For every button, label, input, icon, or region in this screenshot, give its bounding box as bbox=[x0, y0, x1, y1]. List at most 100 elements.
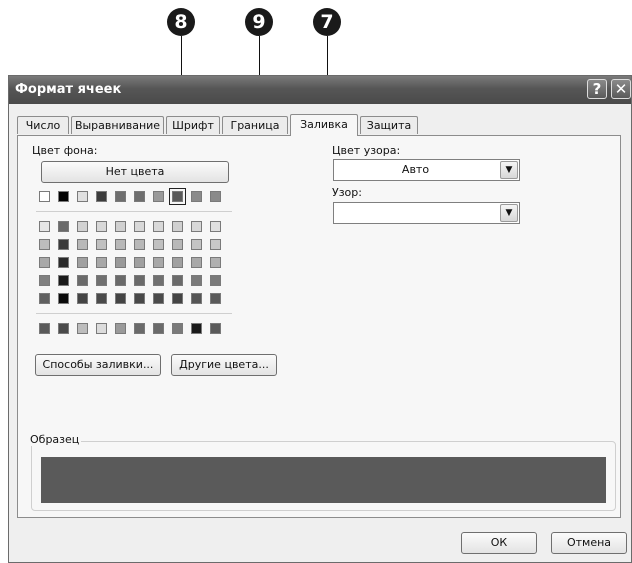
tab-border[interactable]: Граница bbox=[222, 116, 288, 134]
standard-color-swatch[interactable] bbox=[58, 191, 69, 202]
selected-swatch-frame bbox=[169, 188, 186, 205]
theme-color-swatch[interactable] bbox=[210, 275, 221, 286]
recent-color-swatch[interactable] bbox=[77, 323, 88, 334]
theme-color-swatch[interactable] bbox=[172, 257, 183, 268]
palette-divider-top bbox=[36, 211, 232, 212]
pattern-dropdown[interactable]: ▼ bbox=[333, 202, 520, 224]
recent-color-swatch[interactable] bbox=[115, 323, 126, 334]
pattern-color-label: Цвет узора: bbox=[332, 144, 401, 157]
theme-color-swatch[interactable] bbox=[153, 221, 164, 232]
theme-color-swatch[interactable] bbox=[172, 275, 183, 286]
theme-color-swatch[interactable] bbox=[96, 239, 107, 250]
fill-panel: Цвет фона: Нет цвета Способы заливки... … bbox=[17, 135, 621, 518]
theme-color-swatch[interactable] bbox=[96, 293, 107, 304]
theme-color-swatch[interactable] bbox=[77, 221, 88, 232]
no-color-button[interactable]: Нет цвета bbox=[41, 161, 229, 183]
theme-color-swatch[interactable] bbox=[191, 239, 202, 250]
theme-color-swatch[interactable] bbox=[210, 293, 221, 304]
theme-color-swatch[interactable] bbox=[210, 239, 221, 250]
theme-color-swatch[interactable] bbox=[39, 239, 50, 250]
theme-color-swatch[interactable] bbox=[134, 257, 145, 268]
theme-color-swatch[interactable] bbox=[77, 293, 88, 304]
title-bar: Формат ячеек ? ✕ bbox=[9, 76, 631, 104]
theme-color-swatch[interactable] bbox=[39, 275, 50, 286]
theme-color-swatch[interactable] bbox=[115, 275, 126, 286]
palette-divider-bottom bbox=[36, 313, 232, 314]
theme-color-swatch[interactable] bbox=[115, 293, 126, 304]
chevron-down-icon[interactable]: ▼ bbox=[500, 204, 518, 222]
pattern-color-dropdown[interactable]: Авто ▼ bbox=[333, 159, 520, 181]
theme-color-swatch[interactable] bbox=[58, 293, 69, 304]
theme-color-swatch[interactable] bbox=[153, 257, 164, 268]
theme-color-swatch[interactable] bbox=[58, 275, 69, 286]
theme-color-swatch[interactable] bbox=[191, 275, 202, 286]
standard-color-swatch[interactable] bbox=[77, 191, 88, 202]
recent-color-swatch[interactable] bbox=[191, 323, 202, 334]
sample-label: Образец bbox=[28, 433, 82, 446]
theme-color-swatch[interactable] bbox=[96, 275, 107, 286]
theme-color-swatch[interactable] bbox=[39, 257, 50, 268]
help-button[interactable]: ? bbox=[587, 79, 607, 99]
bg-color-label: Цвет фона: bbox=[32, 144, 98, 157]
standard-color-swatch[interactable] bbox=[96, 191, 107, 202]
tab-fill[interactable]: Заливка bbox=[290, 114, 358, 136]
recent-color-swatch[interactable] bbox=[172, 323, 183, 334]
standard-color-swatch[interactable] bbox=[115, 191, 126, 202]
callout-9: 9 bbox=[245, 8, 273, 36]
theme-color-swatch[interactable] bbox=[134, 293, 145, 304]
theme-color-swatch[interactable] bbox=[191, 257, 202, 268]
theme-color-swatch[interactable] bbox=[191, 221, 202, 232]
theme-color-swatch[interactable] bbox=[58, 221, 69, 232]
theme-color-swatch[interactable] bbox=[39, 293, 50, 304]
callout-7: 7 bbox=[313, 8, 341, 36]
recent-color-swatch[interactable] bbox=[58, 323, 69, 334]
theme-color-swatch[interactable] bbox=[96, 257, 107, 268]
more-colors-button[interactable]: Другие цвета... bbox=[171, 354, 277, 376]
theme-color-swatch[interactable] bbox=[153, 275, 164, 286]
cancel-button[interactable]: Отмена bbox=[551, 532, 627, 554]
theme-color-swatch[interactable] bbox=[96, 221, 107, 232]
pattern-label: Узор: bbox=[332, 186, 362, 199]
theme-color-swatch[interactable] bbox=[115, 257, 126, 268]
theme-color-swatch[interactable] bbox=[153, 293, 164, 304]
theme-color-swatch[interactable] bbox=[172, 221, 183, 232]
theme-color-swatch[interactable] bbox=[77, 275, 88, 286]
theme-color-swatch[interactable] bbox=[172, 239, 183, 250]
dialog-title: Формат ячеек bbox=[15, 82, 122, 97]
standard-color-swatch[interactable] bbox=[191, 191, 202, 202]
callout-8: 8 bbox=[167, 8, 195, 36]
recent-color-swatch[interactable] bbox=[153, 323, 164, 334]
tab-protection[interactable]: Защита bbox=[360, 116, 418, 134]
theme-color-swatch[interactable] bbox=[58, 239, 69, 250]
theme-color-swatch[interactable] bbox=[191, 293, 202, 304]
theme-color-swatch[interactable] bbox=[77, 239, 88, 250]
recent-color-swatch[interactable] bbox=[96, 323, 107, 334]
close-button[interactable]: ✕ bbox=[611, 79, 631, 99]
theme-color-swatch[interactable] bbox=[39, 221, 50, 232]
standard-color-swatch[interactable] bbox=[39, 191, 50, 202]
standard-color-swatch[interactable] bbox=[153, 191, 164, 202]
sample-preview bbox=[41, 457, 606, 503]
theme-color-swatch[interactable] bbox=[153, 239, 164, 250]
recent-color-swatch[interactable] bbox=[134, 323, 145, 334]
tab-alignment[interactable]: Выравнивание bbox=[71, 116, 164, 134]
theme-color-swatch[interactable] bbox=[134, 221, 145, 232]
tab-number[interactable]: Число bbox=[17, 116, 69, 134]
theme-color-swatch[interactable] bbox=[115, 239, 126, 250]
theme-color-swatch[interactable] bbox=[134, 275, 145, 286]
chevron-down-icon[interactable]: ▼ bbox=[500, 161, 518, 179]
theme-color-swatch[interactable] bbox=[115, 221, 126, 232]
theme-color-swatch[interactable] bbox=[134, 239, 145, 250]
theme-color-swatch[interactable] bbox=[172, 293, 183, 304]
tab-font[interactable]: Шрифт bbox=[166, 116, 220, 134]
theme-color-swatch[interactable] bbox=[58, 257, 69, 268]
recent-color-swatch[interactable] bbox=[210, 323, 221, 334]
theme-color-swatch[interactable] bbox=[77, 257, 88, 268]
standard-color-swatch[interactable] bbox=[134, 191, 145, 202]
standard-color-swatch[interactable] bbox=[210, 191, 221, 202]
recent-color-swatch[interactable] bbox=[39, 323, 50, 334]
ok-button[interactable]: ОК bbox=[461, 532, 537, 554]
theme-color-swatch[interactable] bbox=[210, 257, 221, 268]
fill-effects-button[interactable]: Способы заливки... bbox=[35, 354, 161, 376]
theme-color-swatch[interactable] bbox=[210, 221, 221, 232]
